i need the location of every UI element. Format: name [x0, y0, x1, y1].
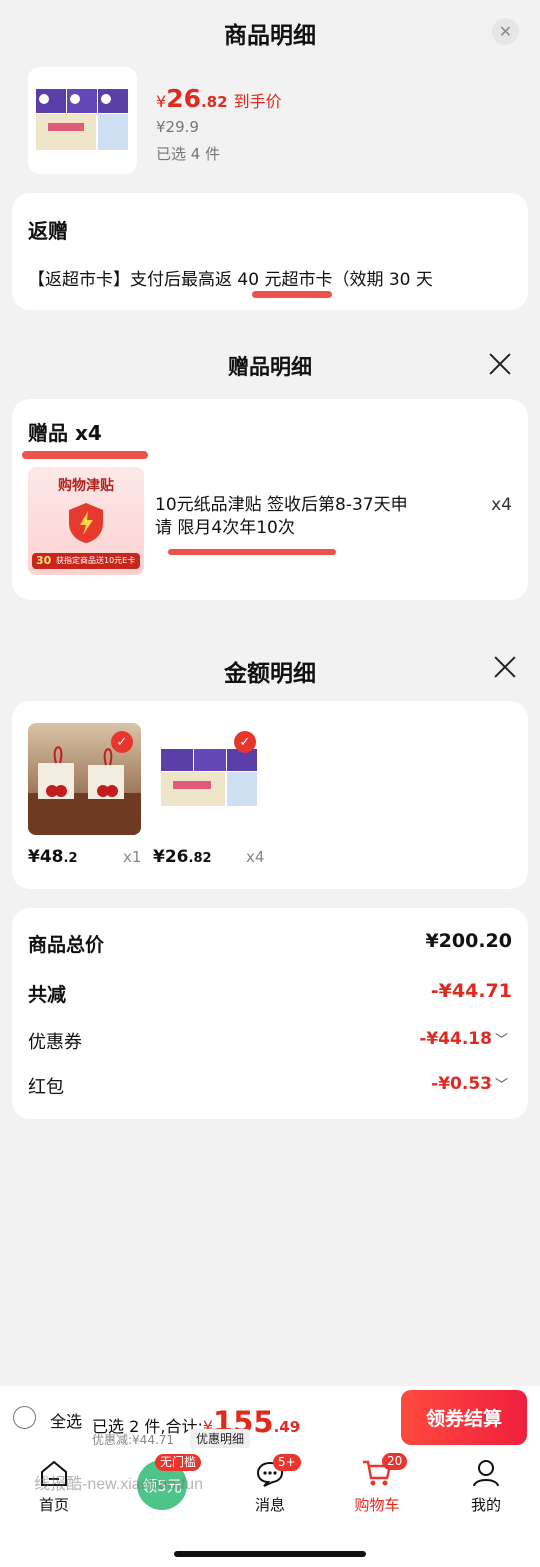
total-discount-value: -¥44.71 [430, 980, 512, 1002]
product-detail-sheet: 商品明细 ✕ ¥26.82 到手价 ¥29.9 已选 4 件 返赠 【返超市卡】支… [0, 0, 540, 335]
items-card: ✓ ¥48.2 x1 ✓ ¥26.82 x4 [12, 701, 528, 889]
total-price-value: ¥200.20 [425, 930, 512, 952]
gift-card: 赠品 x4 购物津贴 30 获指定商品送10元E卡 10元纸品津贴 签收后第8-… [12, 399, 528, 600]
close-icon[interactable] [488, 352, 512, 376]
messages-badge: 5+ [273, 1454, 301, 1471]
shield-icon [69, 503, 103, 543]
coupon-badge: 无门槛 [155, 1454, 201, 1471]
home-indicator [174, 1551, 366, 1557]
discount-text: 优惠减:¥44.71 [92, 1433, 175, 1447]
amount-detail-sheet: 金额明细 ✓ ¥48.2 x1 ✓ ¥26.82 x4 商品总价 ¥200.20… [0, 636, 540, 1386]
tab-cart[interactable]: 20 购物车 [337, 1452, 417, 1522]
tab-messages[interactable]: 5+ 消息 [230, 1452, 310, 1522]
tab-cart-label: 购物车 [354, 1496, 400, 1514]
gift-image[interactable]: 购物津贴 30 获指定商品送10元E卡 [28, 467, 144, 575]
red-highlight-mark [22, 451, 148, 459]
rebate-text: 【返超市卡】支付后最高返 40 元超市卡（效期 30 天 [28, 270, 433, 290]
gift-description: 10元纸品津贴 签收后第8-37天申 请 限月4次年10次 [155, 495, 408, 538]
chevron-down-icon: ﹀ [494, 1078, 508, 1093]
red-packet-row[interactable]: -¥0.53 ﹀ [431, 1074, 508, 1094]
product-thumbnail[interactable] [28, 67, 137, 174]
rebate-title: 返赠 [28, 219, 68, 243]
checked-icon[interactable]: ✓ [234, 731, 256, 753]
gift-detail-title: 赠品明细 [228, 355, 312, 379]
total-price-label: 商品总价 [28, 934, 105, 956]
checkout-button[interactable]: 领券结算 [401, 1390, 527, 1445]
chevron-down-icon: ﹀ [494, 1033, 508, 1048]
cart-badge: 20 [382, 1453, 408, 1470]
tab-mine[interactable]: 我的 [446, 1452, 526, 1522]
select-all-radio[interactable] [13, 1406, 36, 1429]
gift-quantity: x4 [491, 495, 512, 515]
watermark: 线报酷-new.xianbao.fun [34, 1476, 203, 1493]
coupon-row[interactable]: -¥44.18 ﹀ [419, 1029, 508, 1049]
item-price: ¥26.82 [153, 847, 212, 867]
select-all-label[interactable]: 全选 [50, 1408, 82, 1432]
checked-icon[interactable]: ✓ [111, 731, 133, 753]
user-icon [473, 1460, 499, 1487]
item-quantity: x1 [123, 848, 142, 866]
tab-mine-label: 我的 [470, 1496, 501, 1514]
discount-detail-link[interactable]: 优惠明细 [190, 1429, 251, 1448]
gift-detail-sheet: 赠品明细 赠品 x4 购物津贴 30 获指定商品送10元E卡 10元纸品津贴 签… [0, 346, 540, 630]
gift-header: 赠品 x4 [28, 421, 102, 445]
amount-detail-title: 金额明细 [224, 661, 316, 687]
selected-count: 已选 4 件 [156, 145, 221, 163]
gift-image-title: 购物津贴 [58, 478, 114, 494]
product-detail-title: 商品明细 [224, 23, 316, 49]
item-price: ¥48.2 [28, 847, 78, 867]
final-price: ¥26.82 到手价 [156, 84, 282, 113]
close-icon[interactable] [493, 655, 517, 679]
original-price: ¥29.9 [156, 118, 199, 136]
gift-image-banner: 30 获指定商品送10元E卡 [32, 553, 140, 569]
item-quantity: x4 [246, 848, 265, 866]
coupon-label: 优惠券 [28, 1032, 82, 1053]
red-highlight-mark [168, 549, 336, 555]
red-packet-label: 红包 [28, 1077, 64, 1098]
rebate-card: 返赠 【返超市卡】支付后最高返 40 元超市卡（效期 30 天 [12, 193, 528, 310]
price-summary-card: 商品总价 ¥200.20 共减 -¥44.71 优惠券 -¥44.18 ﹀ 红包 … [12, 908, 528, 1119]
total-discount-label: 共减 [28, 984, 67, 1006]
close-icon[interactable]: ✕ [492, 18, 519, 45]
tab-home-label: 首页 [38, 1496, 69, 1514]
tab-messages-label: 消息 [254, 1496, 285, 1514]
red-highlight-mark [252, 291, 332, 298]
bottom-bar: 全选 已选 2 件,合计:¥155.49 优惠减:¥44.71 优惠明细 领券结… [0, 1386, 540, 1567]
